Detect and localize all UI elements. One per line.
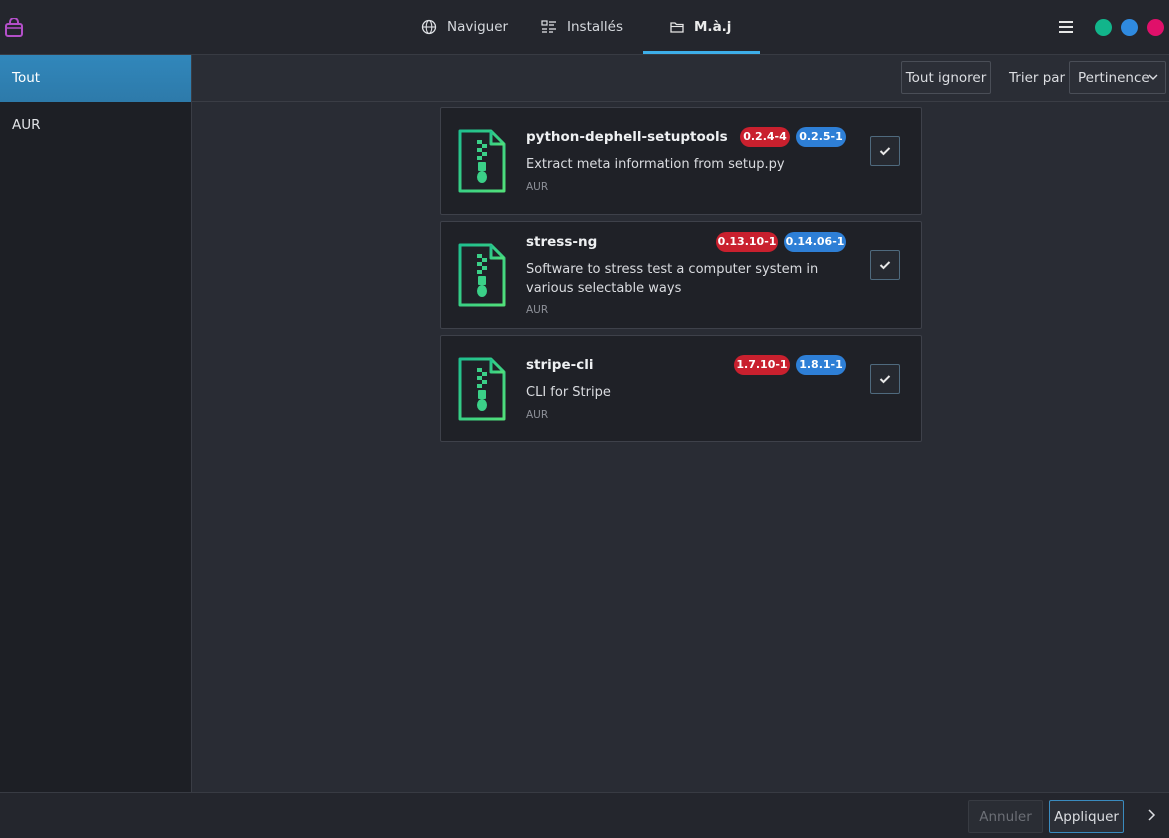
ignore-all-button[interactable]: Tout ignorer bbox=[901, 61, 991, 94]
archive-file-icon bbox=[458, 243, 506, 307]
checkmark-icon bbox=[879, 261, 891, 270]
new-version-badge: 1.8.1-1 bbox=[796, 355, 846, 375]
update-checkbox[interactable] bbox=[870, 250, 900, 280]
checkmark-icon bbox=[879, 375, 891, 384]
tab-label: Naviguer bbox=[447, 19, 509, 35]
update-checkbox[interactable] bbox=[870, 364, 900, 394]
globe-icon bbox=[421, 19, 437, 35]
tab-browse[interactable]: Naviguer bbox=[421, 0, 508, 54]
sidebar-item-all[interactable]: Tout bbox=[0, 55, 191, 102]
header-bar: Naviguer Installés M.à.j bbox=[0, 0, 1169, 55]
tab-label: M.à.j bbox=[694, 19, 732, 35]
cancel-button[interactable]: Annuler bbox=[968, 800, 1043, 833]
package-card: stress-ng Software to stress test a comp… bbox=[440, 221, 922, 329]
tab-installed[interactable]: Installés bbox=[541, 0, 623, 54]
chevron-down-icon bbox=[1147, 71, 1159, 87]
package-card: stripe-cli CLI for Stripe AUR 1.7.10-1 1… bbox=[440, 335, 922, 442]
tab-updates[interactable]: M.à.j bbox=[670, 0, 731, 54]
package-repo: AUR bbox=[526, 409, 549, 421]
package-name: python-dephell-setuptools bbox=[526, 129, 728, 145]
checkmark-icon bbox=[879, 147, 891, 156]
package-description: Software to stress test a computer syste… bbox=[526, 262, 819, 296]
toolbar: Tout ignorer Trier par Pertinence bbox=[192, 55, 1169, 102]
update-checkbox[interactable] bbox=[870, 136, 900, 166]
sort-select[interactable]: Pertinence bbox=[1069, 61, 1166, 94]
tab-label: Installés bbox=[567, 19, 623, 35]
archive-file-icon bbox=[458, 129, 506, 193]
package-repo: AUR bbox=[526, 304, 549, 316]
footer-bar: Annuler Appliquer bbox=[0, 792, 1169, 838]
apply-button[interactable]: Appliquer bbox=[1049, 800, 1124, 833]
old-version-badge: 1.7.10-1 bbox=[734, 355, 790, 375]
active-tab-indicator bbox=[643, 51, 760, 54]
package-repo: AUR bbox=[526, 181, 549, 193]
new-version-badge: 0.14.06-1 bbox=[784, 232, 846, 252]
package-description: CLI for Stripe bbox=[526, 385, 611, 400]
minimize-button[interactable] bbox=[1095, 19, 1112, 36]
old-version-badge: 0.2.4-4 bbox=[740, 127, 790, 147]
package-name: stress-ng bbox=[526, 234, 598, 250]
maximize-button[interactable] bbox=[1121, 19, 1138, 36]
package-card: python-dephell-setuptools Extract meta i… bbox=[440, 107, 922, 215]
close-button[interactable] bbox=[1147, 19, 1164, 36]
sidebar: Tout AUR bbox=[0, 55, 192, 792]
list-icon bbox=[541, 19, 557, 35]
sort-label: Trier par bbox=[1009, 70, 1066, 86]
sort-value: Pertinence bbox=[1078, 69, 1150, 86]
package-name: stripe-cli bbox=[526, 357, 594, 373]
folder-icon bbox=[670, 20, 684, 34]
app-logo-icon bbox=[5, 18, 23, 37]
new-version-badge: 0.2.5-1 bbox=[796, 127, 846, 147]
archive-file-icon bbox=[458, 357, 506, 421]
sidebar-item-aur[interactable]: AUR bbox=[0, 102, 191, 149]
chevron-right-icon[interactable] bbox=[1146, 808, 1156, 826]
package-description: Extract meta information from setup.py bbox=[526, 157, 785, 172]
old-version-badge: 0.13.10-1 bbox=[716, 232, 778, 252]
menu-icon[interactable] bbox=[1059, 21, 1073, 33]
